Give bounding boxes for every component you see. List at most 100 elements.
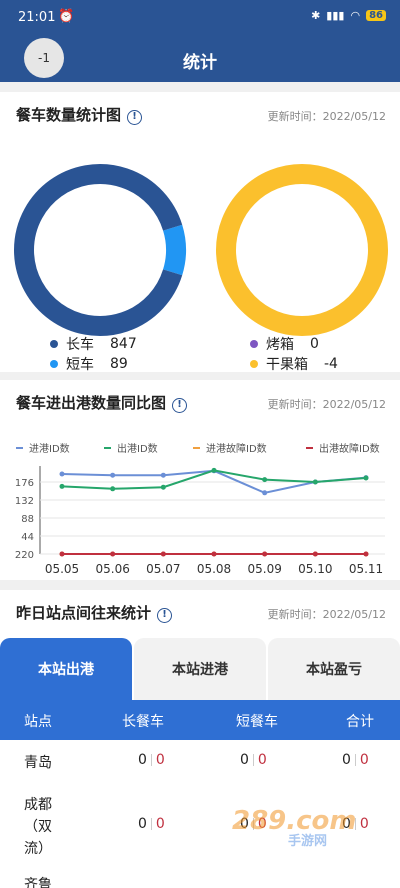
cell-value-fault: 0 bbox=[257, 752, 267, 768]
legend-dot bbox=[250, 340, 258, 348]
page-title: 统计 bbox=[183, 53, 217, 73]
cell-value: 0 bbox=[138, 752, 147, 768]
y-tick-label: 88 bbox=[21, 514, 34, 525]
status-bar: 21:01 ⏰ ✱ ▮▮▮ ◠ 86 bbox=[0, 0, 400, 36]
tab-bar: 本站出港 本站进港 本站盈亏 bbox=[0, 638, 400, 700]
data-point bbox=[110, 472, 116, 478]
card-title: 昨日站点间往来统计! bbox=[16, 602, 173, 623]
table-row[interactable]: 齐鲁 bbox=[0, 868, 400, 888]
station-name: 成都 （双 流） bbox=[24, 797, 52, 857]
battery-icon: 86 bbox=[366, 10, 386, 21]
tab-outbound[interactable]: 本站出港 bbox=[0, 638, 132, 700]
watermark-logo: 289.com 手游网 bbox=[232, 806, 357, 849]
signal-icon: ▮▮▮ bbox=[326, 9, 345, 22]
update-time: 更新时间：2022/05/12 bbox=[267, 110, 386, 123]
status-icons: ✱ ▮▮▮ ◠ 86 bbox=[311, 9, 386, 22]
cell-value-fault: 0 bbox=[155, 752, 165, 768]
column-header: 合计 bbox=[346, 714, 374, 730]
donut-chart-vehicles bbox=[14, 164, 186, 336]
legend-value: 89 bbox=[110, 356, 128, 372]
wifi-icon: ◠ bbox=[350, 9, 361, 22]
data-point bbox=[312, 479, 318, 485]
legend-label: 进港ID数 bbox=[29, 444, 70, 455]
x-tick-label: 05.08 bbox=[197, 562, 231, 576]
column-header: 站点 bbox=[24, 714, 52, 730]
legend-item-long: 长车 847 bbox=[50, 334, 137, 354]
cell-value: 0 bbox=[342, 752, 351, 768]
station-name: 齐鲁 bbox=[24, 877, 52, 888]
info-icon[interactable]: ! bbox=[172, 398, 188, 413]
legend-label: 干果箱 bbox=[266, 357, 308, 373]
tab-inbound[interactable]: 本站进港 bbox=[134, 638, 266, 700]
alarm-icon: ⏰ bbox=[58, 9, 75, 24]
data-point bbox=[110, 486, 116, 492]
data-point bbox=[211, 551, 217, 557]
legend-label: 出港ID数 bbox=[117, 444, 158, 455]
x-tick-label: 05.05 bbox=[45, 562, 79, 576]
legend-label: 进港故障ID数 bbox=[206, 444, 267, 455]
card-title: 餐车进出港数量同比图! bbox=[16, 392, 188, 413]
donut-chart-boxes bbox=[216, 164, 388, 336]
cell-value-fault: 0 bbox=[359, 816, 369, 832]
info-icon[interactable]: ! bbox=[127, 110, 143, 125]
info-icon[interactable]: ! bbox=[157, 608, 173, 623]
legend-dot bbox=[250, 360, 258, 368]
data-point bbox=[262, 551, 268, 557]
update-time: 更新时间：2022/05/12 bbox=[267, 398, 386, 411]
legend-label: 长车 bbox=[66, 337, 94, 353]
data-point bbox=[312, 551, 318, 557]
donut-slice bbox=[14, 164, 183, 336]
y-tick-label: 220 bbox=[15, 550, 34, 561]
table-row[interactable]: 青岛 00 00 00 bbox=[0, 740, 400, 784]
legend-value: 0 bbox=[310, 336, 319, 352]
cell-value-fault: 0 bbox=[155, 816, 165, 832]
x-tick-label: 05.07 bbox=[146, 562, 180, 576]
legend-item-in: 进港ID数 bbox=[16, 440, 70, 455]
legend-value: 847 bbox=[110, 336, 137, 352]
x-tick-label: 05.09 bbox=[247, 562, 281, 576]
data-point bbox=[160, 472, 166, 478]
legend-item-short: 短车 89 bbox=[50, 354, 128, 374]
status-time: 21:01 bbox=[18, 10, 56, 25]
x-tick-label: 05.10 bbox=[298, 562, 332, 576]
cell-value: 0 bbox=[240, 752, 249, 768]
line-chart: 176 132 88 44 220 05.05 05.06 05.07 05.08 05.09 05… bbox=[15, 466, 385, 576]
data-point bbox=[110, 551, 116, 557]
legend-label: 出港故障ID数 bbox=[319, 444, 380, 455]
y-tick-label: 132 bbox=[15, 496, 34, 507]
x-tick-label: 05.06 bbox=[95, 562, 129, 576]
app-header: -1 统计 bbox=[0, 36, 400, 82]
card-title: 餐车数量统计图! bbox=[16, 104, 143, 125]
legend-item-nutbox: 干果箱 -4 bbox=[250, 354, 338, 374]
total-cell: 00 bbox=[342, 752, 369, 768]
data-point bbox=[59, 471, 65, 477]
data-point bbox=[363, 551, 369, 557]
data-point bbox=[59, 483, 65, 489]
legend-item-in-fault: 进港故障ID数 bbox=[193, 440, 267, 455]
short-cell: 00 bbox=[240, 752, 267, 768]
legend-label: 烤箱 bbox=[266, 337, 294, 353]
legend-dot bbox=[50, 360, 58, 368]
legend-item-oven: 烤箱 0 bbox=[250, 334, 319, 354]
station-stats-card: 昨日站点间往来统计! 更新时间：2022/05/12 bbox=[0, 590, 400, 638]
y-tick-label: 44 bbox=[21, 532, 34, 543]
tab-balance[interactable]: 本站盈亏 bbox=[268, 638, 400, 700]
update-time: 更新时间：2022/05/12 bbox=[267, 608, 386, 621]
bluetooth-icon: ✱ bbox=[311, 9, 321, 22]
legend-dot bbox=[50, 340, 58, 348]
donut-slice bbox=[162, 224, 186, 276]
data-point bbox=[262, 490, 268, 496]
cell-value-fault: 0 bbox=[359, 752, 369, 768]
long-cell: 00 bbox=[138, 752, 165, 768]
donut-slice bbox=[216, 164, 388, 336]
table-header: 站点 长餐车 短餐车 合计 bbox=[0, 700, 400, 740]
column-header: 长餐车 bbox=[122, 714, 164, 730]
legend-label: 短车 bbox=[66, 357, 94, 373]
station-name: 青岛 bbox=[24, 755, 52, 771]
vehicle-count-card: 餐车数量统计图! 更新时间：2022/05/12 长车 847 短车 89 烤箱… bbox=[0, 92, 400, 374]
data-point bbox=[160, 551, 166, 557]
legend-item-out-fault: 出港故障ID数 bbox=[306, 440, 380, 455]
data-point bbox=[262, 477, 268, 483]
data-point bbox=[160, 484, 166, 490]
legend-item-out: 出港ID数 bbox=[104, 440, 158, 455]
